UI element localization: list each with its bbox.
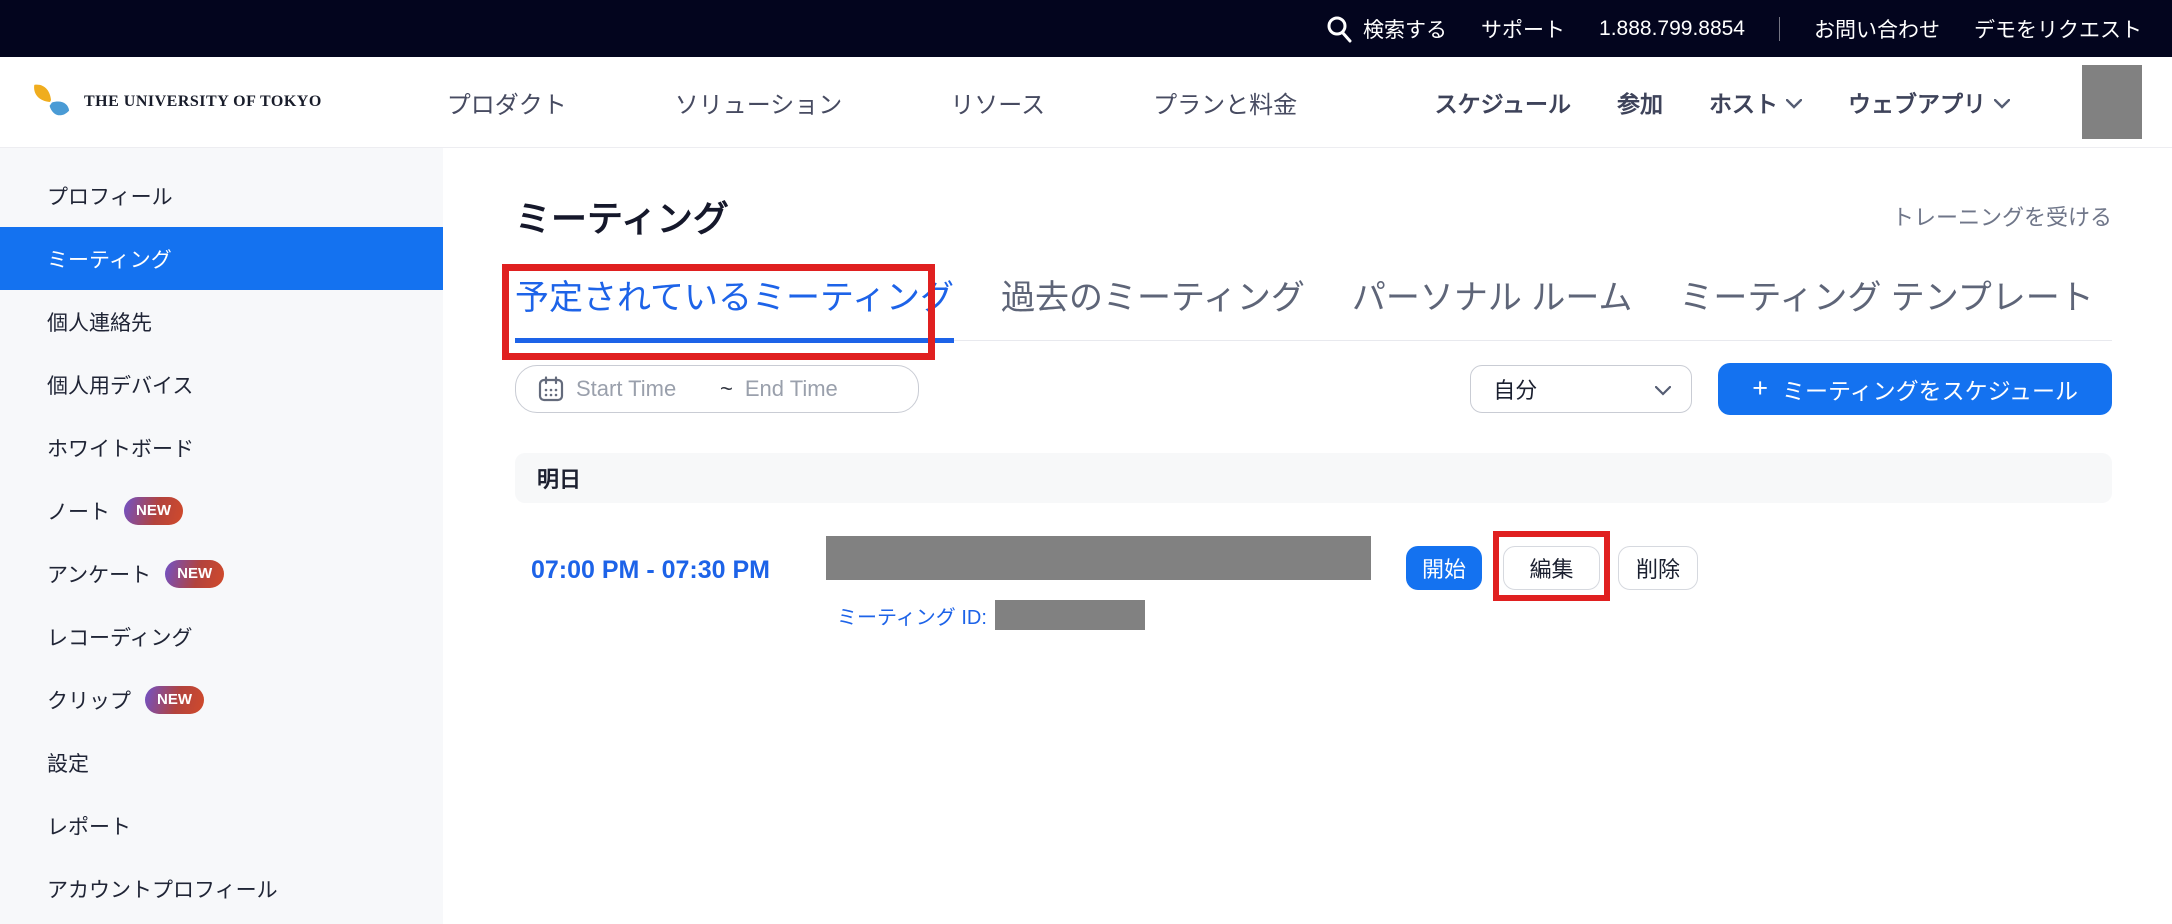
product-nav: プロダクト ソリューション リソース プランと料金 bbox=[447, 85, 1297, 120]
chevron-down-icon bbox=[1655, 386, 1671, 396]
schedule-meeting-button[interactable]: + ミーティングをスケジュール bbox=[1718, 363, 2112, 415]
sidebar-item-recordings[interactable]: レコーディング bbox=[0, 605, 443, 668]
utokyo-logo[interactable]: THE UNIVERSITY OF TOKYO bbox=[30, 81, 322, 123]
section-label: 明日 bbox=[537, 462, 581, 494]
sidebar-item-account-profile[interactable]: アカウントプロフィール bbox=[0, 857, 443, 920]
zoom-web-portal: 検索する サポート 1.888.799.8854 お問い合わせ デモをリクエスト… bbox=[0, 0, 2172, 924]
account-nav: スケジュール 参加 ホスト ウェブアプリ bbox=[1435, 65, 2142, 139]
plus-icon: + bbox=[1752, 373, 1768, 404]
nav-solutions[interactable]: ソリューション bbox=[675, 85, 843, 120]
tab-meeting-templates[interactable]: ミーティング テンプレート bbox=[1679, 278, 2093, 340]
tab-upcoming-meetings[interactable]: 予定されているミーティング bbox=[515, 278, 954, 343]
search-icon bbox=[1325, 15, 1353, 43]
end-time-input[interactable] bbox=[745, 376, 877, 402]
meeting-topic-redacted[interactable] bbox=[826, 536, 1371, 580]
sidebar: プロフィール ミーティング 個人連絡先 個人用デバイス ホワイトボード ノート … bbox=[0, 148, 443, 924]
nav-host-label: ホスト bbox=[1709, 85, 1778, 119]
section-tomorrow: 明日 bbox=[515, 453, 2112, 503]
contact-link[interactable]: お問い合わせ bbox=[1814, 14, 1940, 44]
sidebar-item-personal-devices[interactable]: 個人用デバイス bbox=[0, 353, 443, 416]
filter-row: ~ 自分 + ミーティングをスケジュール bbox=[515, 363, 2112, 415]
search-button[interactable]: 検索する bbox=[1325, 14, 1447, 44]
sidebar-item-surveys[interactable]: アンケート NEW bbox=[0, 542, 443, 605]
start-button[interactable]: 開始 bbox=[1406, 546, 1482, 590]
new-badge: NEW bbox=[165, 560, 224, 588]
nav-schedule[interactable]: スケジュール bbox=[1435, 85, 1571, 119]
page-body: プロフィール ミーティング 個人連絡先 個人用デバイス ホワイトボード ノート … bbox=[0, 148, 2172, 924]
sidebar-item-clips[interactable]: クリップ NEW bbox=[0, 668, 443, 731]
utokyo-ginkgo-icon bbox=[30, 81, 72, 123]
sidebar-item-settings[interactable]: 設定 bbox=[0, 731, 443, 794]
logo-text: THE UNIVERSITY OF TOKYO bbox=[84, 93, 322, 111]
range-separator: ~ bbox=[720, 376, 733, 402]
top-utility-bar: 検索する サポート 1.888.799.8854 お問い合わせ デモをリクエスト bbox=[0, 0, 2172, 57]
meeting-id-label: ミーティング ID: bbox=[837, 601, 987, 630]
meeting-time: 07:00 PM - 07:30 PM bbox=[531, 556, 770, 585]
sidebar-item-profile[interactable]: プロフィール bbox=[0, 164, 443, 227]
main-content: ミーティング トレーニングを受ける 予定されているミーティング 過去のミーティン… bbox=[443, 148, 2172, 924]
nav-plans-pricing[interactable]: プランと料金 bbox=[1153, 85, 1297, 120]
delete-button[interactable]: 削除 bbox=[1618, 546, 1698, 590]
date-range-picker[interactable]: ~ bbox=[515, 365, 919, 413]
sidebar-item-reports[interactable]: レポート bbox=[0, 794, 443, 857]
support-link[interactable]: サポート bbox=[1481, 14, 1565, 44]
sidebar-item-personal-contacts[interactable]: 個人連絡先 bbox=[0, 290, 443, 353]
nav-join[interactable]: 参加 bbox=[1617, 85, 1663, 119]
tab-previous-meetings[interactable]: 過去のミーティング bbox=[1001, 278, 1305, 340]
site-header: THE UNIVERSITY OF TOKYO プロダクト ソリューション リソ… bbox=[0, 57, 2172, 148]
nav-products[interactable]: プロダクト bbox=[447, 85, 567, 120]
nav-host[interactable]: ホスト bbox=[1709, 85, 1802, 119]
profile-avatar-redacted[interactable] bbox=[2082, 65, 2142, 139]
phone-number[interactable]: 1.888.799.8854 bbox=[1599, 17, 1745, 41]
page-title: ミーティング bbox=[515, 190, 729, 242]
meeting-id-row: ミーティング ID: bbox=[837, 600, 1145, 630]
nav-resources[interactable]: リソース bbox=[950, 85, 1045, 120]
meetings-tabs: 予定されているミーティング 過去のミーティング パーソナル ルーム ミーティング… bbox=[515, 278, 2112, 341]
host-filter-select[interactable]: 自分 bbox=[1470, 365, 1692, 413]
search-label: 検索する bbox=[1363, 14, 1447, 44]
topbar-divider bbox=[1779, 17, 1780, 41]
tab-personal-room[interactable]: パーソナル ルーム bbox=[1352, 278, 1632, 340]
chevron-down-icon bbox=[1786, 99, 1802, 109]
schedule-meeting-label: ミーティングをスケジュール bbox=[1782, 372, 2078, 406]
chevron-down-icon bbox=[1994, 99, 2010, 109]
nav-web-app-label: ウェブアプリ bbox=[1848, 85, 1986, 119]
get-training-link[interactable]: トレーニングを受ける bbox=[1892, 200, 2112, 232]
new-badge: NEW bbox=[124, 497, 183, 525]
start-time-input[interactable] bbox=[576, 376, 708, 402]
calendar-icon bbox=[538, 376, 564, 402]
nav-web-app[interactable]: ウェブアプリ bbox=[1848, 85, 2010, 119]
new-badge: NEW bbox=[145, 686, 204, 714]
sidebar-item-whiteboard[interactable]: ホワイトボード bbox=[0, 416, 443, 479]
meeting-list-item: 07:00 PM - 07:30 PM ミーティング ID: 開始 編集 削除 bbox=[515, 536, 2112, 656]
host-filter-value: 自分 bbox=[1493, 373, 1537, 405]
edit-button[interactable]: 編集 bbox=[1503, 546, 1600, 590]
sidebar-item-meetings[interactable]: ミーティング bbox=[0, 227, 443, 290]
meeting-id-redacted bbox=[995, 600, 1145, 630]
request-demo-link[interactable]: デモをリクエスト bbox=[1974, 14, 2142, 44]
sidebar-item-notes[interactable]: ノート NEW bbox=[0, 479, 443, 542]
